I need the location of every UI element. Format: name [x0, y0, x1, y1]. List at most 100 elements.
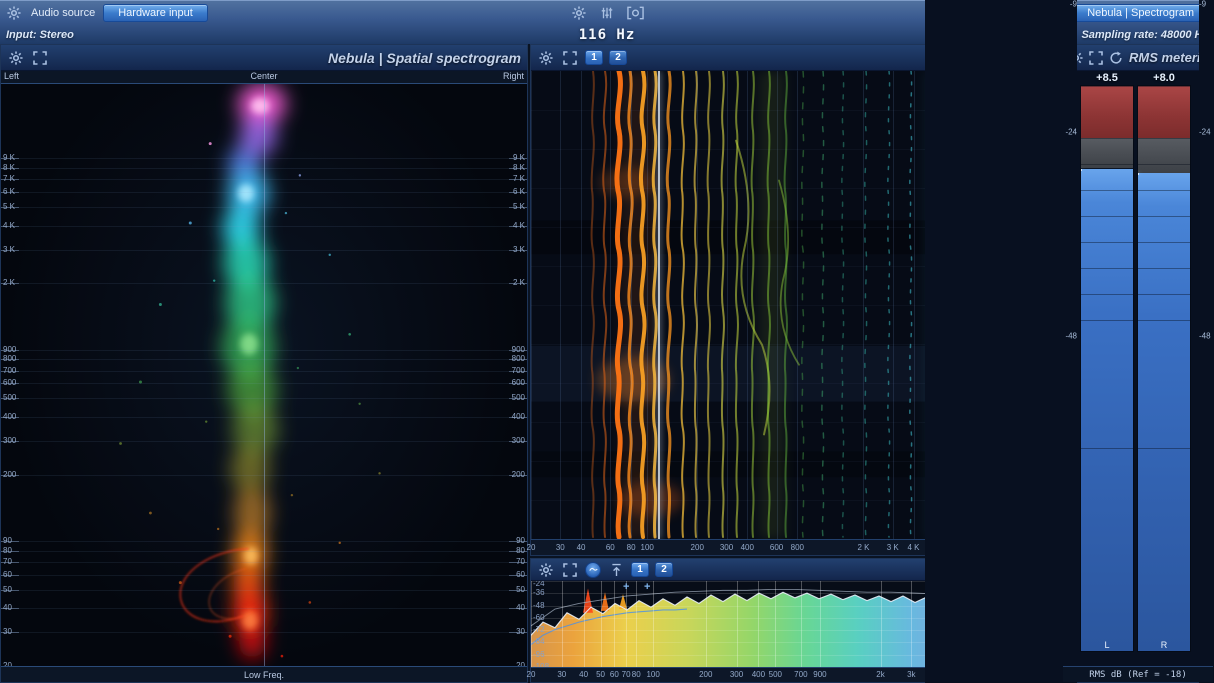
axis-tick-label: 200 [690, 543, 704, 552]
axis-tick-label: 2 K [857, 543, 870, 552]
axis-tick-label: 60 [609, 670, 619, 679]
slot-1-button[interactable]: 1 [631, 562, 649, 577]
axis-tick-label: 30 [557, 670, 567, 679]
axis-tick-label: 90 [516, 536, 525, 545]
rms-scale-right: +18+12+9+6+30-3-6-9-24-48 [1198, 0, 1214, 683]
snapshot-icon[interactable] [626, 4, 644, 22]
axis-tick-label: 100 [640, 543, 654, 552]
axis-tick-label: 100 [646, 670, 660, 679]
axis-tick-label: 40 [516, 603, 525, 613]
axis-tick-label: 700 [794, 670, 808, 679]
axis-tick-label: 50 [516, 584, 525, 594]
rms-right-value: +8.0 [1153, 72, 1175, 84]
slot-2-button[interactable]: 2 [609, 50, 627, 65]
gear-icon[interactable] [537, 561, 555, 579]
meter-tick-line [1081, 651, 1133, 652]
axis-tick-label: 70 [516, 556, 525, 566]
average-button[interactable] [585, 561, 601, 578]
gear-icon[interactable] [537, 49, 555, 67]
meter-tick-line [1081, 138, 1133, 140]
meter-tick-line [1081, 294, 1133, 296]
rms-meter-left[interactable] [1080, 85, 1134, 652]
axis-tick-label: 20 [526, 543, 536, 552]
axis-tick-label: 200 [511, 469, 525, 479]
meter-over-zone [1138, 86, 1190, 139]
axis-tick-label: 2k [876, 670, 885, 679]
app-root: Audio source Hardware input Layout Nebul… [0, 0, 1214, 683]
axis-tick-label: 20 [526, 670, 536, 679]
axis-tick-label: 80 [626, 543, 636, 552]
rms-meter-right[interactable] [1137, 85, 1191, 652]
meter-tick-line [1138, 294, 1190, 296]
center-channel-label: Center [250, 71, 278, 81]
axis-tick-label: -84 [533, 637, 545, 647]
rms-reference-label: RMS dB (Ref = -18) [1063, 666, 1213, 682]
spatial-freq-axis-right: 9 K8 K7 K 6 K 5 K 4 K 3 K 2 K 900 800 700 600 500 4… [1, 84, 527, 666]
slot-2-button[interactable]: 2 [655, 562, 673, 577]
meter-tick-line [1138, 216, 1190, 218]
add-slot-1-icon[interactable]: + [623, 582, 629, 593]
add-slot-2-icon[interactable]: + [644, 582, 650, 593]
axis-tick-label: 600 [511, 378, 525, 388]
axis-tick-label: 500 [511, 393, 525, 403]
hardware-input-button[interactable]: Hardware input [103, 4, 208, 22]
axis-tick-label: 400 [740, 543, 754, 552]
left-channel-meter-label: L [1104, 640, 1110, 650]
spatial-spectrogram-plot[interactable]: 9 K8 K7 K 6 K 5 K 4 K 3 K 2 K 900 800 700 600 500 4… [1, 83, 527, 667]
right-channel-label: Right [502, 71, 524, 81]
input-status-label: Input: Stereo [6, 29, 74, 41]
axis-tick-label: 9 K [512, 153, 525, 163]
axis-tick-label: 400 [751, 670, 766, 679]
meter-tick-line [1138, 651, 1190, 652]
meter-tick-line [1138, 447, 1190, 449]
meter-tick-line [1081, 164, 1133, 166]
axis-tick-label: 300 [511, 435, 525, 445]
meter-tick-line [1081, 242, 1133, 244]
axis-tick-label: 800 [790, 543, 805, 552]
rms-left-value: +8.5 [1096, 72, 1118, 84]
meter-tick-line [1081, 268, 1133, 270]
frequency-readout: 116 Hz [578, 27, 636, 43]
axis-tick-label: 60 [516, 569, 525, 579]
axis-tick-label: -48 [1199, 332, 1214, 683]
meter-value-line [1081, 168, 1082, 171]
axis-tick-label: 300 [729, 670, 744, 679]
rms-panel-header: RMS metering [1063, 45, 1214, 71]
axis-tick-label: 4 K [512, 220, 525, 230]
expand-icon[interactable] [561, 49, 579, 67]
meter-tick-line [1081, 447, 1133, 449]
axis-tick-label: -36 [533, 588, 545, 598]
settings-icon[interactable] [570, 4, 588, 22]
expand-icon[interactable] [1089, 49, 1103, 67]
axis-tick-label: 900 [511, 344, 525, 354]
reset-meters-icon[interactable] [1109, 49, 1123, 67]
meter-tick-line [1081, 216, 1133, 218]
meter-tick-line [1138, 268, 1190, 270]
axis-tick-label: 2 K [512, 278, 525, 288]
meter-tick-line [1138, 138, 1190, 140]
io-config-icon[interactable] [598, 4, 616, 22]
peak-reset-icon[interactable] [607, 561, 625, 579]
meter-value-line [1138, 172, 1139, 175]
axis-tick-label: 300 [719, 543, 734, 552]
axis-tick-label: 3 K [512, 244, 525, 254]
low-freq-label: Low Freq. [243, 669, 285, 680]
expand-icon[interactable] [561, 561, 579, 579]
axis-tick-label: -48 [925, 332, 1077, 683]
slot-1-button[interactable]: 1 [585, 50, 603, 65]
axis-tick-label: 900 [813, 670, 827, 679]
preset-button[interactable]: Nebula | Spectrogram [1072, 4, 1209, 22]
left-channel-label: Left [4, 71, 20, 81]
axis-tick-label: 200 [699, 670, 713, 679]
axis-tick-label: 400 [511, 412, 525, 422]
expand-icon[interactable] [31, 49, 49, 67]
meter-tick-line [1138, 86, 1190, 87]
axis-tick-label: -48 [533, 600, 545, 610]
frequency-cursor-line[interactable] [657, 71, 660, 539]
channel-position-labels: Left Center Right [1, 71, 527, 83]
right-channel-meter-label: R [1160, 640, 1168, 650]
gear-icon[interactable] [5, 4, 23, 22]
rms-meter-area: +18+12+9+6+30-3-6-9-24-48 +18+12+9+6+30-… [925, 0, 1214, 683]
meter-tick-line [1081, 320, 1133, 322]
gear-icon[interactable] [7, 49, 25, 67]
